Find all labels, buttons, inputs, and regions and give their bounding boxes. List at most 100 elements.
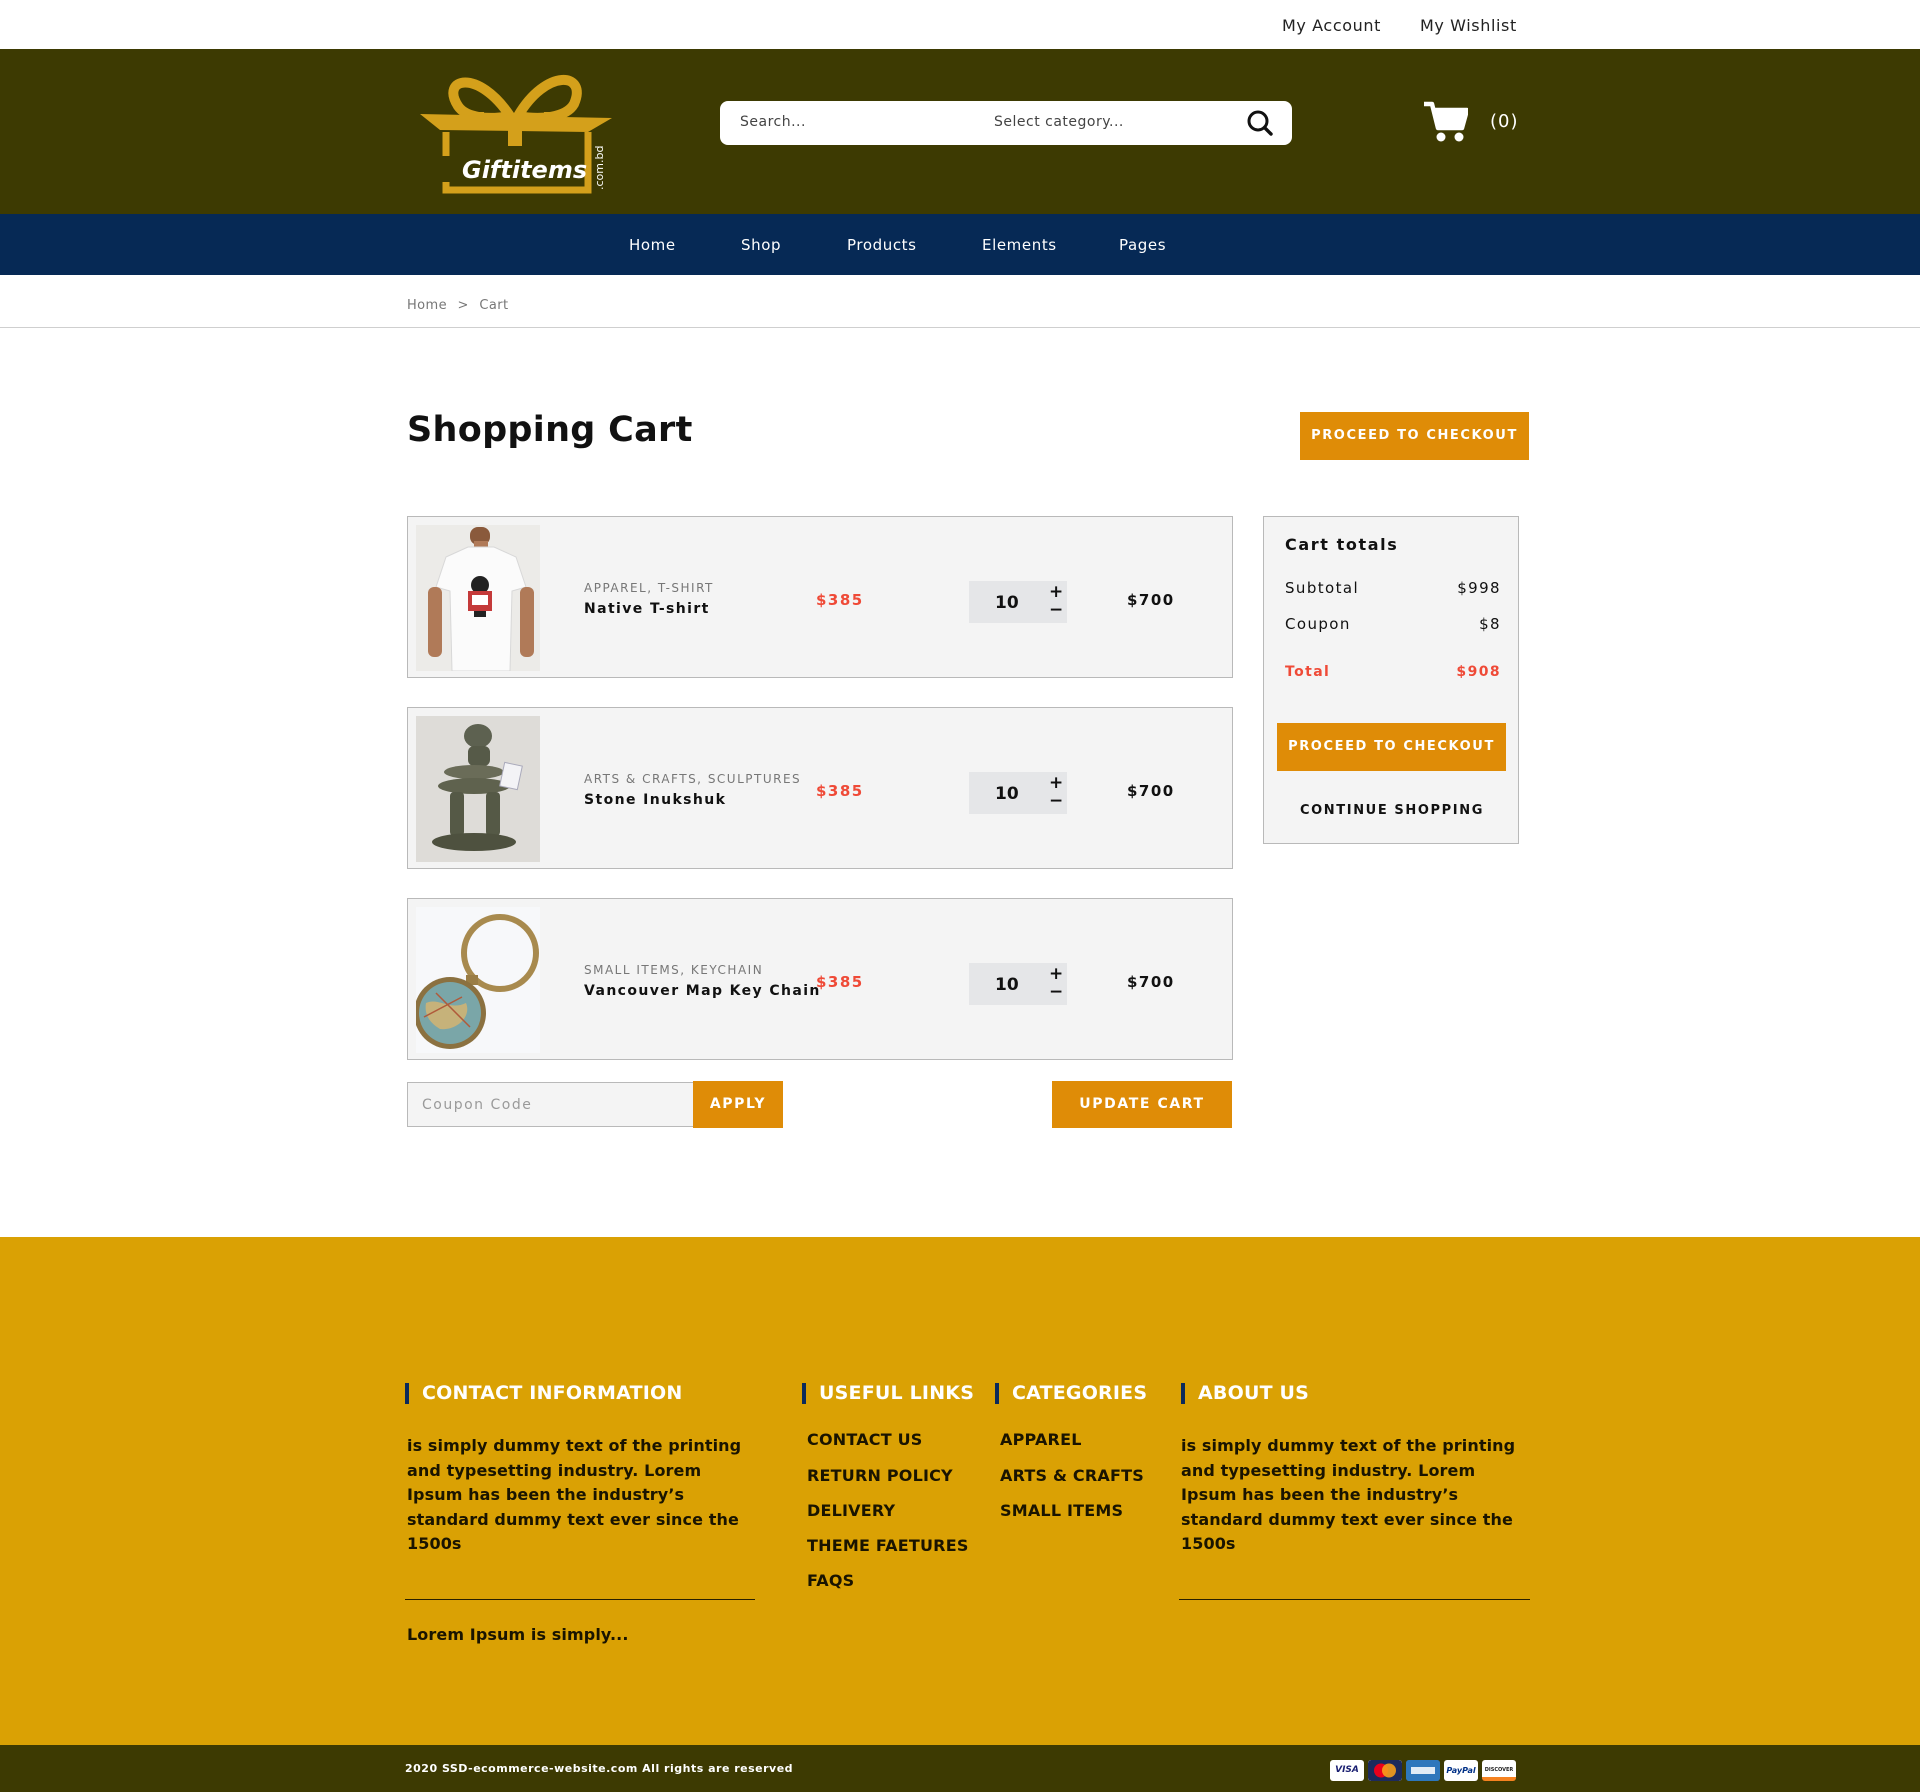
search-input[interactable]: Search... xyxy=(740,114,806,130)
nav-item-pages[interactable]: Pages xyxy=(1119,236,1166,254)
line-total: $700 xyxy=(1127,782,1175,800)
contact-tagline: Lorem Ipsum is simply... xyxy=(407,1625,629,1644)
tshirt-image xyxy=(416,525,540,671)
product-name[interactable]: Stone Inukshuk xyxy=(584,792,726,808)
footer-divider xyxy=(405,1599,755,1600)
logo-text: Giftitems xyxy=(462,156,587,184)
subtotal-value: $998 xyxy=(1457,579,1501,597)
amex-icon xyxy=(1406,1760,1440,1781)
apply-coupon-button[interactable]: APPLY xyxy=(693,1081,783,1128)
bottom-bar: 2020 SSD-ecommerce-website.com All right… xyxy=(0,1745,1920,1792)
cart-totals-panel: Cart totals Subtotal $998 Coupon $8 Tota… xyxy=(1263,516,1519,844)
quantity-value[interactable]: 10 xyxy=(995,593,1019,613)
product-image-tshirt[interactable] xyxy=(416,525,540,671)
subtotal-row: Subtotal $998 xyxy=(1285,579,1501,597)
product-name[interactable]: Vancouver Map Key Chain xyxy=(584,983,821,999)
divider xyxy=(0,327,1920,328)
nav-item-products[interactable]: Products xyxy=(847,236,917,254)
product-price: $385 xyxy=(816,973,864,991)
line-total: $700 xyxy=(1127,973,1175,991)
mastercard-logo xyxy=(1368,1760,1402,1781)
proceed-to-checkout-button[interactable]: PROCEED TO CHECKOUT xyxy=(1300,412,1529,460)
nav-item-shop[interactable]: Shop xyxy=(741,236,781,254)
total-row: Total $908 xyxy=(1285,664,1501,680)
inukshuk-image xyxy=(416,716,540,862)
cart-item: APPAREL, T-SHIRT Native T-shirt $385 10 … xyxy=(407,516,1233,678)
product-image-inukshuk[interactable] xyxy=(416,716,540,862)
nav-item-home[interactable]: Home xyxy=(629,236,676,254)
product-price: $385 xyxy=(816,782,864,800)
product-price: $385 xyxy=(816,591,864,609)
footer-category-arts-crafts[interactable]: ARTS & CRAFTS xyxy=(1000,1466,1144,1485)
quantity-decrease-button[interactable]: − xyxy=(1049,791,1063,811)
keychain-image xyxy=(416,907,540,1053)
my-wishlist-link[interactable]: My Wishlist xyxy=(1420,16,1517,35)
logo-suffix: .com.bd xyxy=(593,146,606,190)
page-title: Shopping Cart xyxy=(407,410,693,450)
quantity-stepper[interactable]: 10 + − xyxy=(969,772,1067,814)
coupon-value: $8 xyxy=(1479,615,1501,633)
search-bar[interactable]: Search... Select category... xyxy=(720,101,1292,145)
contact-text: is simply dummy text of the printing and… xyxy=(407,1436,742,1553)
footer-link-faqs[interactable]: FAQS xyxy=(807,1571,854,1590)
coupon-label: Coupon xyxy=(1285,615,1351,633)
continue-shopping-link[interactable]: CONTINUE SHOPPING xyxy=(1264,803,1520,818)
footer-heading-categories: CATEGORIES xyxy=(995,1383,1147,1404)
quantity-decrease-button[interactable]: − xyxy=(1049,600,1063,620)
footer-heading-useful-links: USEFUL LINKS xyxy=(802,1383,974,1404)
footer-category-small-items[interactable]: SMALL ITEMS xyxy=(1000,1501,1123,1520)
nav-item-elements[interactable]: Elements xyxy=(982,236,1057,254)
product-image-keychain[interactable] xyxy=(416,907,540,1053)
top-bar: My Account My Wishlist xyxy=(0,0,1920,49)
quantity-increase-button[interactable]: + xyxy=(1049,773,1063,793)
cart-totals-title: Cart totals xyxy=(1285,535,1399,554)
coupon-row: Coupon $8 xyxy=(1285,615,1501,633)
visa-icon: VISA xyxy=(1330,1760,1364,1781)
discover-icon: DISCOVER xyxy=(1482,1760,1516,1781)
update-cart-button[interactable]: UPDATE CART xyxy=(1052,1081,1232,1128)
quantity-stepper[interactable]: 10 + − xyxy=(969,963,1067,1005)
breadcrumb-home[interactable]: Home xyxy=(407,298,447,313)
product-category: SMALL ITEMS, KEYCHAIN xyxy=(584,963,764,977)
footer-heading-contact: CONTACT INFORMATION xyxy=(405,1383,682,1404)
footer-link-contact-us[interactable]: CONTACT US xyxy=(807,1430,923,1449)
cart-icon[interactable] xyxy=(1424,101,1468,143)
line-total: $700 xyxy=(1127,591,1175,609)
product-category: APPAREL, T-SHIRT xyxy=(584,581,714,595)
footer-link-delivery[interactable]: DELIVERY xyxy=(807,1501,895,1520)
quantity-increase-button[interactable]: + xyxy=(1049,582,1063,602)
quantity-value[interactable]: 10 xyxy=(995,975,1019,995)
footer-link-return-policy[interactable]: RETURN POLICY xyxy=(807,1466,953,1485)
site-footer: CONTACT INFORMATION is simply dummy text… xyxy=(0,1237,1920,1745)
copyright-text: 2020 SSD-ecommerce-website.com All right… xyxy=(405,1762,794,1775)
cart-item: SMALL ITEMS, KEYCHAIN Vancouver Map Key … xyxy=(407,898,1233,1060)
footer-divider xyxy=(1179,1599,1530,1600)
amex-logo xyxy=(1406,1760,1440,1781)
footer-link-theme-features[interactable]: THEME FAETURES xyxy=(807,1536,969,1555)
product-category: ARTS & CRAFTS, SCULPTURES xyxy=(584,772,802,786)
quantity-decrease-button[interactable]: − xyxy=(1049,982,1063,1002)
my-account-link[interactable]: My Account xyxy=(1282,16,1381,35)
site-header: Giftitems .com.bd Search... Select categ… xyxy=(0,49,1920,214)
about-text: is simply dummy text of the printing and… xyxy=(1181,1436,1516,1553)
category-select[interactable]: Select category... xyxy=(994,114,1124,130)
paypal-icon: PayPal xyxy=(1444,1760,1478,1781)
total-label: Total xyxy=(1285,664,1331,680)
breadcrumb-separator: > xyxy=(457,298,469,313)
quantity-stepper[interactable]: 10 + − xyxy=(969,581,1067,623)
breadcrumb: Home > Cart xyxy=(407,298,514,313)
proceed-to-checkout-button[interactable]: PROCEED TO CHECKOUT xyxy=(1277,723,1506,771)
footer-heading-about: ABOUT US xyxy=(1181,1383,1309,1404)
cart-count: (0) xyxy=(1490,111,1519,132)
total-value: $908 xyxy=(1456,664,1501,680)
search-icon[interactable] xyxy=(1246,109,1274,137)
main-nav: Home Shop Products Elements Pages xyxy=(0,214,1920,275)
product-name[interactable]: Native T-shirt xyxy=(584,601,710,617)
mastercard-icon xyxy=(1368,1760,1402,1781)
giftitems-logo[interactable]: Giftitems .com.bd xyxy=(418,72,614,196)
footer-category-apparel[interactable]: APPAREL xyxy=(1000,1430,1082,1449)
cart-item: ARTS & CRAFTS, SCULPTURES Stone Inukshuk… xyxy=(407,707,1233,869)
quantity-value[interactable]: 10 xyxy=(995,784,1019,804)
coupon-code-input[interactable] xyxy=(407,1082,694,1127)
quantity-increase-button[interactable]: + xyxy=(1049,964,1063,984)
